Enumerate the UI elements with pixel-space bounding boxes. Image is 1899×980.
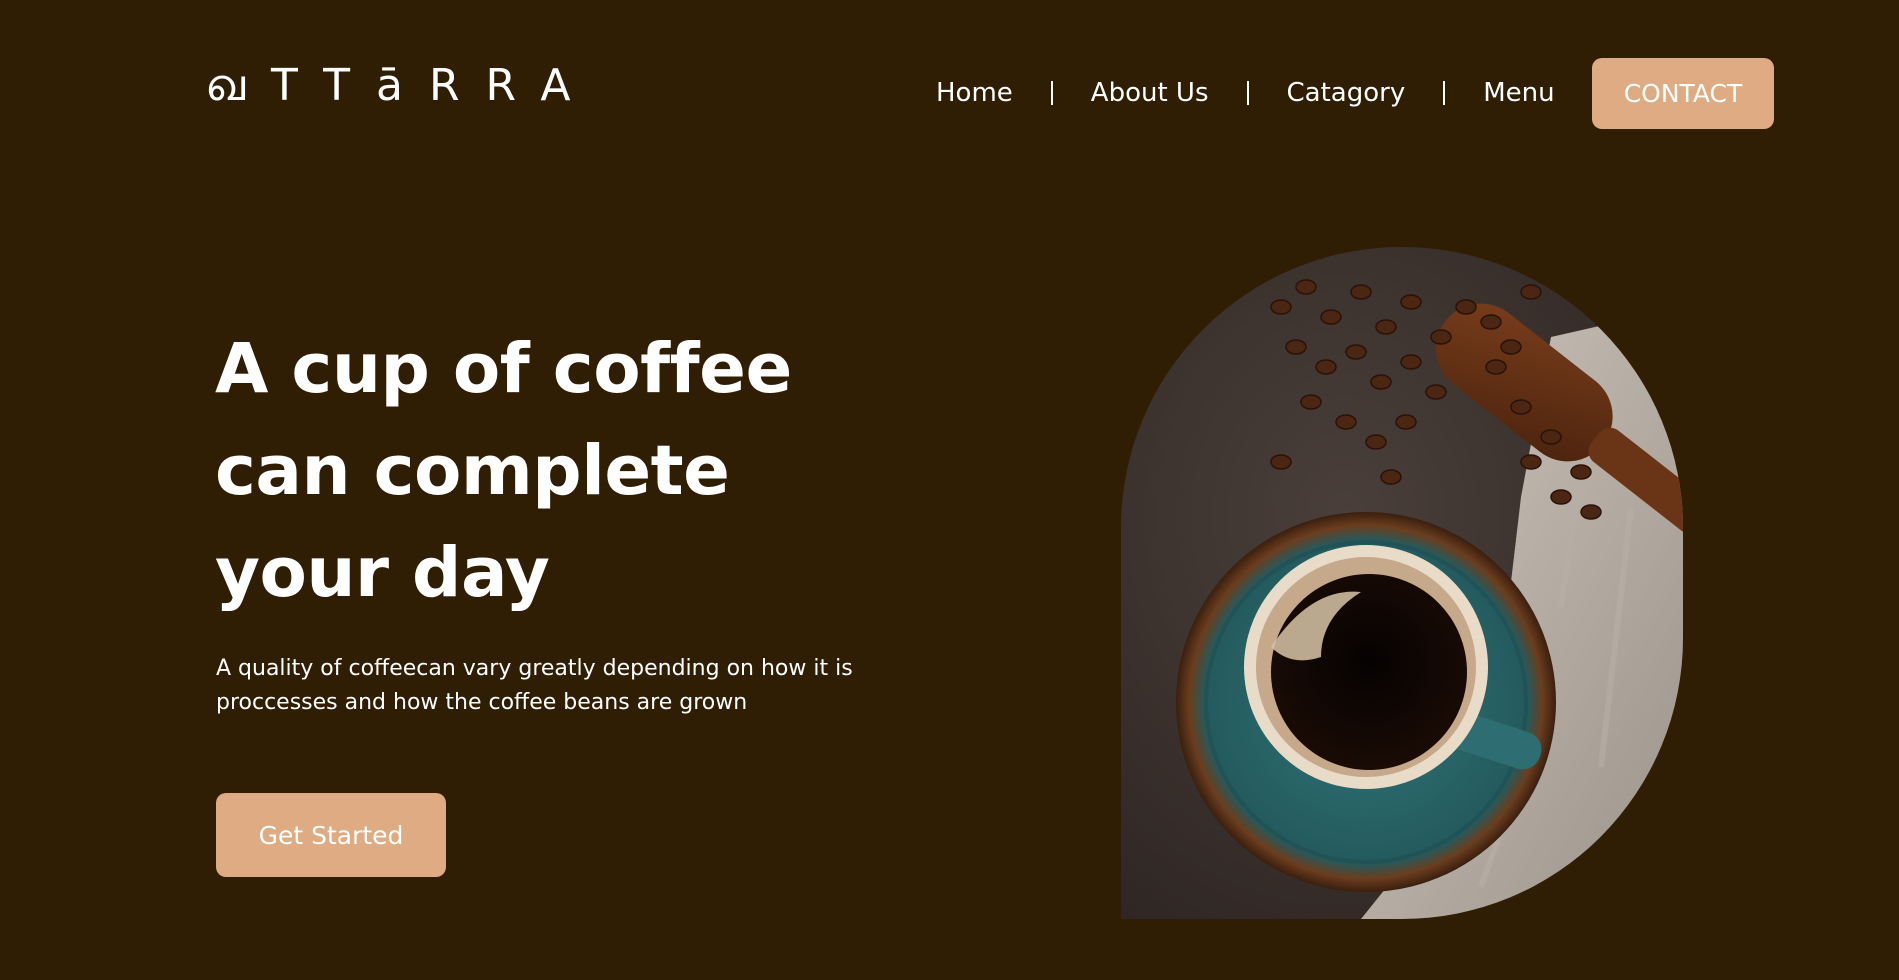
get-started-button[interactable]: Get Started: [216, 793, 446, 877]
hero-title-line: A cup of coffee: [215, 329, 792, 409]
coffee-illustration: [1121, 247, 1683, 919]
hero-title-line: your day: [215, 533, 550, 613]
nav-divider: [1443, 81, 1446, 105]
hero-subtitle: A quality of coffeecan vary greatly depe…: [216, 656, 853, 715]
nav-divider: [1246, 81, 1249, 105]
landing-page: ഖTTāRRA Home About Us Catagory Menu CONT…: [0, 0, 1899, 980]
main-nav: Home About Us Catagory Menu: [936, 58, 1555, 128]
nav-about-link[interactable]: About Us: [1091, 78, 1209, 108]
coffee-cup-image: [1121, 247, 1683, 919]
nav-home-link[interactable]: Home: [936, 78, 1013, 108]
nav-divider: [1050, 81, 1053, 105]
hero-title-line: can complete: [215, 431, 730, 511]
brand-logo[interactable]: ഖTTāRRA: [205, 64, 596, 108]
contact-button[interactable]: CONTACT: [1592, 58, 1774, 129]
hero-title: A cup of coffee can complete your day: [215, 318, 835, 624]
nav-menu-link[interactable]: Menu: [1483, 78, 1554, 108]
nav-category-link[interactable]: Catagory: [1287, 78, 1406, 108]
